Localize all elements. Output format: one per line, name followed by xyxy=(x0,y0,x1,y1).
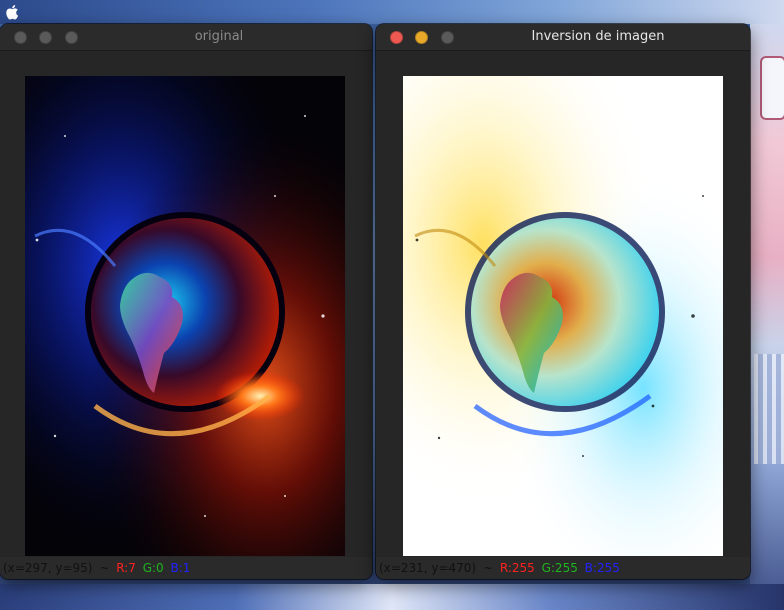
close-button[interactable] xyxy=(14,31,27,44)
desktop-wallpaper-right xyxy=(750,24,784,610)
status-blue-value: B:1 xyxy=(170,561,191,575)
status-green-value: G:0 xyxy=(142,561,164,575)
close-button[interactable] xyxy=(390,31,403,44)
window-original[interactable]: original (x=297, y=95) ~ R:7 G:0 B:1 xyxy=(0,24,372,579)
status-bar: (x=297, y=95) ~ R:7 G:0 B:1 xyxy=(0,557,372,579)
status-coordinates: (x=231, y=470) xyxy=(379,561,477,575)
minimize-button[interactable] xyxy=(415,31,428,44)
desktop-wallpaper-bottom xyxy=(0,584,784,610)
status-red-value: R:255 xyxy=(499,561,535,575)
earth-image-inverted xyxy=(403,76,723,556)
status-red-value: R:7 xyxy=(116,561,136,575)
window-title: original xyxy=(194,29,244,44)
titlebar[interactable]: Inversion de imagen xyxy=(376,24,750,51)
window-inverted[interactable]: Inversion de imagen (x=231, y=470) ~ R:2… xyxy=(376,24,750,579)
window-title: Inversion de imagen xyxy=(531,29,665,44)
status-separator: ~ xyxy=(99,561,110,575)
minimize-button[interactable] xyxy=(39,31,52,44)
status-green-value: G:255 xyxy=(541,561,578,575)
wallpaper-sign xyxy=(760,56,784,120)
status-bar: (x=231, y=470) ~ R:255 G:255 B:255 xyxy=(376,557,750,579)
image-canvas-inverted[interactable] xyxy=(403,76,723,556)
desktop-wallpaper-top xyxy=(0,0,784,24)
status-coordinates: (x=297, y=95) xyxy=(3,561,93,575)
titlebar[interactable]: original xyxy=(0,24,372,51)
image-canvas-original[interactable] xyxy=(25,76,345,556)
apple-icon[interactable] xyxy=(5,3,21,21)
status-blue-value: B:255 xyxy=(584,561,620,575)
earth-image-original xyxy=(25,76,345,556)
wallpaper-railing xyxy=(754,354,784,464)
status-separator: ~ xyxy=(482,561,494,575)
